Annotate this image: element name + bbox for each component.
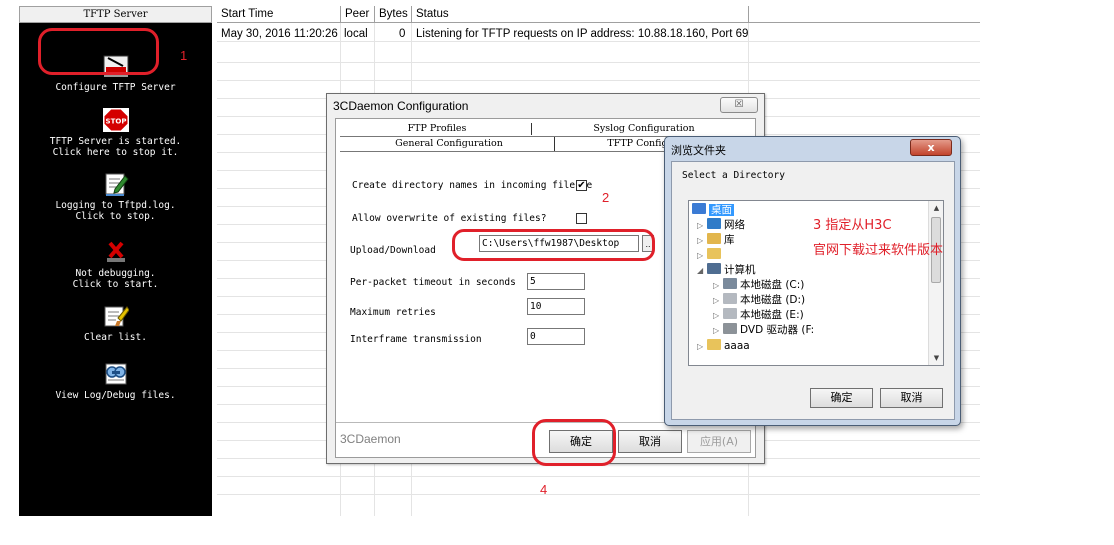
- tree-item-library[interactable]: ▷ 库: [697, 233, 735, 247]
- tree-item-drive-d[interactable]: ▷ 本地磁盘 (D:): [713, 293, 805, 307]
- scroll-down-icon[interactable]: ▼: [929, 351, 943, 365]
- network-icon: [707, 218, 721, 229]
- overwrite-label: Allow overwrite of existing files?: [352, 213, 547, 224]
- create-dirs-checkbox[interactable]: ✔: [576, 180, 587, 191]
- tree-scrollbar[interactable]: ▲ ▼: [928, 201, 943, 365]
- annotation-step-3-line2: 官网下载过来软件版本: [813, 243, 944, 258]
- cell-start-time: May 30, 2016 11:20:26: [221, 28, 338, 40]
- stop-icon-text: STOP: [105, 118, 126, 126]
- browse-folder-dialog: 浏览文件夹 x Select a Directory 桌面 ▷ 网络 ▷ 库 ▷ ◢…: [664, 136, 961, 426]
- stop-server-button[interactable]: STOP TFTP Server is started. Click here …: [19, 86, 212, 158]
- drive-icon: [723, 293, 737, 304]
- app-brand-label: 3CDaemon: [340, 432, 401, 446]
- panel-header: TFTP Server: [19, 6, 212, 23]
- browse-ok-button[interactable]: 确定: [810, 388, 873, 408]
- column-peer[interactable]: Peer: [341, 6, 375, 23]
- column-bytes[interactable]: Bytes: [375, 6, 412, 23]
- timeout-label: Per-packet timeout in seconds: [350, 277, 516, 288]
- log-pencil-icon: [103, 161, 129, 196]
- select-directory-prompt: Select a Directory: [682, 170, 785, 181]
- browse-close-button[interactable]: x: [910, 139, 952, 156]
- close-icon: x: [927, 141, 935, 154]
- column-status[interactable]: Status: [412, 6, 749, 23]
- cell-peer: local: [344, 28, 368, 40]
- tree-item-dvd-drive[interactable]: ▷ DVD 驱动器 (F:: [713, 323, 814, 337]
- tree-item-desktop[interactable]: 桌面: [692, 203, 734, 217]
- annotation-ring-ok-button: [532, 419, 616, 466]
- folder-icon: [707, 339, 721, 350]
- computer-icon: [707, 263, 721, 274]
- drive-icon: [723, 308, 737, 319]
- debug-x-icon: [103, 229, 129, 262]
- apply-button[interactable]: 应用(A): [687, 430, 751, 453]
- view-log-label: View Log/Debug files.: [55, 390, 176, 401]
- tree-item-drive-e[interactable]: ▷ 本地磁盘 (E:): [713, 308, 804, 322]
- clear-list-button[interactable]: Clear list.: [19, 282, 212, 343]
- retries-input[interactable]: 10: [527, 298, 585, 315]
- dvd-drive-icon: [723, 323, 737, 334]
- tab-syslog-configuration[interactable]: Syslog Configuration: [536, 122, 752, 136]
- clear-list-icon: [103, 293, 130, 327]
- check-icon: ✔: [577, 180, 586, 191]
- annotation-ring-configure: [38, 28, 159, 75]
- annotation-step-4: 4: [540, 482, 548, 497]
- tree-item-aaaa[interactable]: ▷ aaaa: [697, 339, 750, 353]
- annotation-step-3-line1: 3 指定从H3C: [813, 218, 892, 233]
- overwrite-checkbox[interactable]: [576, 213, 587, 224]
- annotation-ring-upload-path: [452, 229, 655, 261]
- annotation-step-1: 1: [180, 48, 188, 63]
- user-folder-icon: [707, 248, 721, 259]
- cancel-button[interactable]: 取消: [618, 430, 682, 453]
- cell-bytes: 0: [399, 28, 406, 40]
- column-start-time[interactable]: Start Time: [217, 6, 341, 23]
- interframe-input[interactable]: 0: [527, 328, 585, 345]
- logging-toggle-button[interactable]: Logging to Tftpd.log. Click to stop.: [19, 150, 212, 222]
- view-log-files-button[interactable]: View Log/Debug files.: [19, 340, 212, 401]
- upload-download-label: Upload/Download: [350, 245, 436, 256]
- system-drive-icon: [723, 278, 737, 289]
- debug-toggle-button[interactable]: Not debugging. Click to start.: [19, 218, 212, 290]
- tree-item-computer[interactable]: ◢ 计算机: [697, 263, 756, 277]
- tab-general-configuration[interactable]: General Configuration: [346, 137, 552, 151]
- config-dialog-title: 3CDaemon Configuration: [333, 99, 469, 113]
- log-table-header: Start Time Peer Bytes Status: [217, 6, 980, 23]
- close-button[interactable]: ☒: [720, 97, 758, 113]
- create-dirs-label: Create directory names in incoming file …: [352, 180, 593, 191]
- browse-cancel-button[interactable]: 取消: [880, 388, 943, 408]
- desktop-icon: [692, 203, 706, 214]
- tab-ftp-profiles[interactable]: FTP Profiles: [346, 122, 528, 136]
- stop-icon: STOP: [102, 97, 129, 132]
- annotation-step-2: 2: [602, 190, 610, 205]
- library-icon: [707, 233, 721, 244]
- view-files-icon: [103, 351, 129, 385]
- tree-item-drive-c[interactable]: ▷ 本地磁盘 (C:): [713, 278, 804, 292]
- cell-status: Listening for TFTP requests on IP addres…: [416, 28, 749, 40]
- tree-item-network[interactable]: ▷ 网络: [697, 218, 745, 232]
- timeout-input[interactable]: 5: [527, 273, 585, 290]
- browse-dialog-title: 浏览文件夹: [671, 144, 726, 157]
- interframe-label: Interframe transmission: [350, 334, 482, 345]
- tftp-server-panel: TFTP Server Configure TFTP Server STOP T…: [19, 6, 212, 516]
- scroll-up-icon[interactable]: ▲: [929, 201, 943, 215]
- close-icon: ☒: [734, 99, 744, 110]
- browse-dialog-body: Select a Directory 桌面 ▷ 网络 ▷ 库 ▷ ◢ 计算机 ▷ 本地磁…: [671, 161, 955, 420]
- retries-label: Maximum retries: [350, 307, 436, 318]
- tree-item-user-folder[interactable]: ▷: [697, 248, 724, 262]
